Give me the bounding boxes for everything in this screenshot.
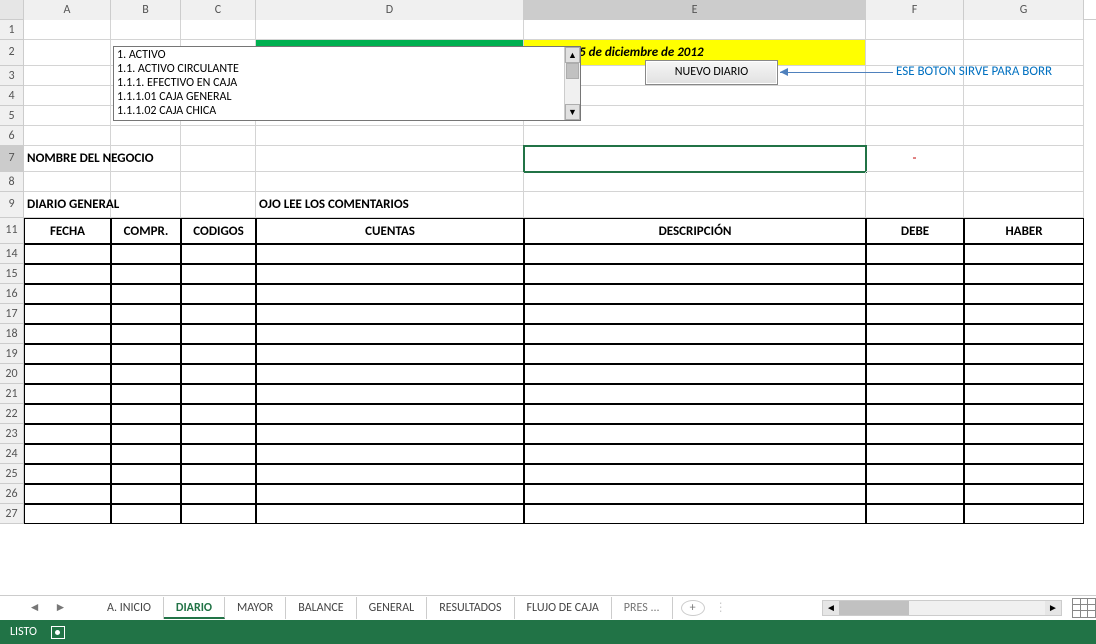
row-number[interactable]: 9 [0, 192, 24, 218]
header-cuentas[interactable]: CUENTAS [256, 218, 524, 244]
col-header-A[interactable]: A [24, 0, 111, 20]
dropdown-option[interactable]: 1.1.1.02 CAJA CHICA [117, 104, 561, 118]
col-header-B[interactable]: B [111, 0, 181, 20]
tab-nav-controls: ◄ ► [0, 600, 95, 615]
table-row: 17 [0, 304, 1096, 324]
tab-nav-next-icon[interactable]: ► [55, 600, 67, 615]
sheet-tab-active[interactable]: DIARIO [164, 597, 225, 619]
tab-separator: ⋮ [715, 600, 727, 615]
table-row: 15 [0, 264, 1096, 284]
table-row: 25 [0, 464, 1096, 484]
data-validation-dropdown[interactable]: 1. ACTIVO 1.1. ACTIVO CIRCULANTE 1.1.1. … [113, 46, 581, 121]
sheet-tab[interactable]: A. INICIO [95, 597, 164, 619]
row-8: 8 [0, 172, 1096, 192]
sheet-tab-strip: ◄ ► A. INICIO DIARIO MAYOR BALANCE GENER… [0, 595, 1096, 619]
sheet-tab[interactable]: RESULTADOS [427, 597, 514, 619]
ojo-comentarios-label[interactable]: OJO LEE LOS COMENTARIOS [256, 192, 524, 218]
dropdown-list[interactable]: 1. ACTIVO 1.1. ACTIVO CIRCULANTE 1.1.1. … [114, 47, 564, 120]
table-row: 16 [0, 284, 1096, 304]
annotation-text: ESE BOTON SIRVE PARA BORR [896, 64, 1052, 79]
scroll-up-icon[interactable]: ▲ [565, 47, 580, 63]
add-sheet-icon[interactable]: + [681, 600, 705, 616]
dropdown-scrollbar[interactable]: ▲ ▼ [564, 47, 580, 120]
row-number[interactable]: 5 [0, 106, 24, 126]
table-row: 19 [0, 344, 1096, 364]
hscroll-thumb[interactable] [839, 601, 909, 615]
col-header-E[interactable]: E [524, 0, 866, 20]
sheet-tab[interactable]: FLUJO DE CAJA [515, 597, 612, 619]
arrow-line-icon [780, 72, 893, 73]
sheet-tab-more[interactable]: PRES ... [612, 597, 673, 619]
row-number[interactable]: 6 [0, 126, 24, 146]
row-number[interactable]: 11 [0, 218, 24, 244]
table-row: 24 [0, 444, 1096, 464]
row-7: 7NOMBRE DEL NEGOCIO - [0, 146, 1096, 172]
scroll-thumb[interactable] [566, 63, 579, 79]
table-row: 18 [0, 324, 1096, 344]
header-debe[interactable]: DEBE [866, 218, 964, 244]
row-9: 9DIARIO GENERAL OJO LEE LOS COMENTARIOS [0, 192, 1096, 218]
table-row: 22 [0, 404, 1096, 424]
active-cell-E7[interactable] [524, 146, 866, 172]
table-row: 23 [0, 424, 1096, 444]
row-11-headers: 11FECHACOMPR.CODIGOSCUENTASDESCRIPCIÓNDE… [0, 218, 1096, 244]
col-header-C[interactable]: C [181, 0, 256, 20]
dropdown-option[interactable]: 1. ACTIVO [117, 48, 561, 62]
table-row: 21 [0, 384, 1096, 404]
row-number[interactable]: 7 [0, 146, 24, 172]
column-headers: A B C D E F G [0, 0, 1096, 20]
sheet-tab[interactable]: GENERAL [357, 597, 428, 619]
diario-general-label[interactable]: DIARIO GENERAL [24, 192, 111, 218]
sheet-tab[interactable]: MAYOR [225, 597, 286, 619]
view-grid-icon[interactable] [1072, 598, 1096, 618]
header-fecha[interactable]: FECHA [24, 218, 111, 244]
table-row: 26 [0, 484, 1096, 504]
row-number[interactable]: 4 [0, 86, 24, 106]
nuevo-diario-button[interactable]: NUEVO DIARIO [645, 60, 778, 85]
header-descripcion[interactable]: DESCRIPCIÓN [524, 218, 866, 244]
macro-record-icon[interactable] [51, 626, 65, 639]
row-number[interactable]: 1 [0, 20, 24, 40]
row-6: 6 [0, 126, 1096, 146]
col-header-D[interactable]: D [256, 0, 524, 20]
dropdown-option[interactable]: 1.1.1.01 CAJA GENERAL [117, 90, 561, 104]
header-compr[interactable]: COMPR. [111, 218, 181, 244]
dropdown-option[interactable]: 1.1.1. EFECTIVO EN CAJA [117, 76, 561, 90]
row-number[interactable]: 2 [0, 40, 24, 66]
spreadsheet-grid: A B C D E F G 1 2FECHA:sábado, 15 de dic… [0, 0, 1096, 595]
row-number[interactable]: 8 [0, 172, 24, 192]
status-bar: LISTO [0, 620, 1096, 644]
col-header-G[interactable]: G [964, 0, 1084, 20]
sheet-tab[interactable]: BALANCE [286, 597, 356, 619]
row-number[interactable]: 3 [0, 66, 24, 86]
cell-F7[interactable]: - [866, 146, 964, 172]
select-all-corner[interactable] [0, 0, 24, 20]
table-row: 20 [0, 364, 1096, 384]
table-row: 27 [0, 504, 1096, 524]
nombre-negocio-label[interactable]: NOMBRE DEL NEGOCIO [24, 146, 111, 172]
scroll-down-icon[interactable]: ▼ [565, 104, 580, 120]
horizontal-scrollbar[interactable]: ◄ ► [822, 600, 1062, 616]
header-haber[interactable]: HABER [964, 218, 1084, 244]
header-codigos[interactable]: CODIGOS [181, 218, 256, 244]
hscroll-left-icon[interactable]: ◄ [823, 601, 839, 615]
hscroll-right-icon[interactable]: ► [1045, 601, 1061, 615]
status-text: LISTO [10, 625, 37, 639]
dropdown-option[interactable]: 1.1. ACTIVO CIRCULANTE [117, 62, 561, 76]
col-header-F[interactable]: F [866, 0, 964, 20]
tab-nav-prev-icon[interactable]: ◄ [29, 600, 41, 615]
row-1: 1 [0, 20, 1096, 40]
table-row: 14 [0, 244, 1096, 264]
